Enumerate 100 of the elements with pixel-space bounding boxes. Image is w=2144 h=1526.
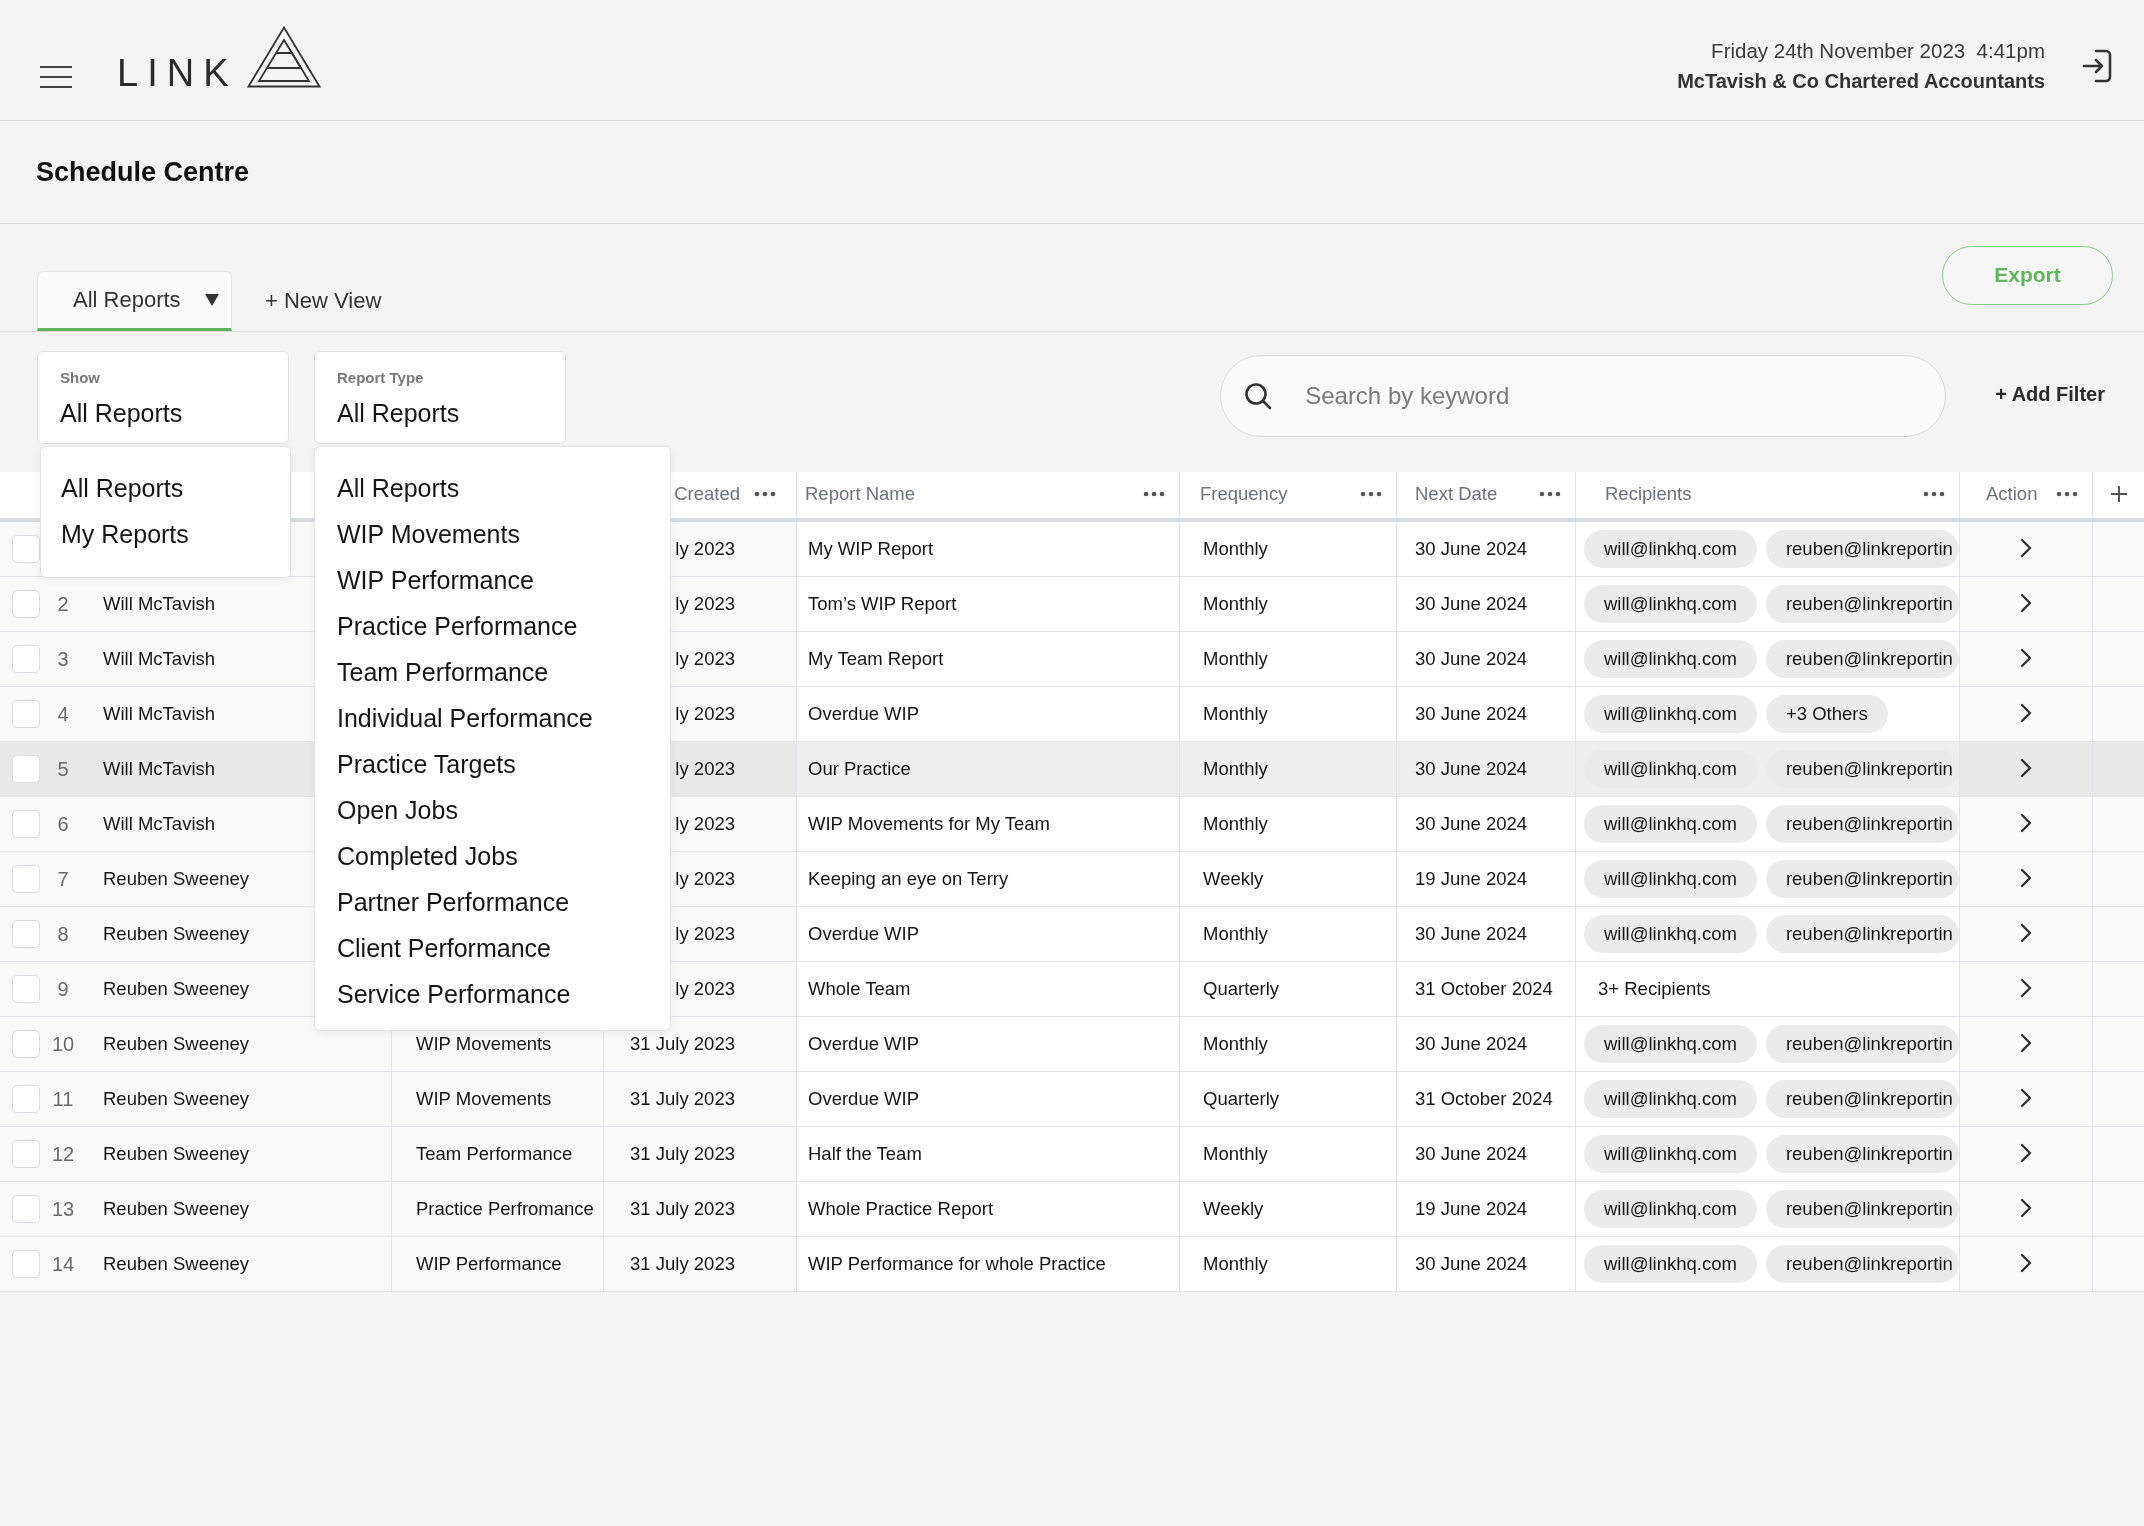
report-name: Half the Team xyxy=(808,1143,922,1165)
report-type: Practice Perfromance xyxy=(416,1198,594,1220)
menu-item[interactable]: Team Performance xyxy=(337,649,650,695)
row-checkbox[interactable] xyxy=(12,645,40,673)
recipients-summary: 3+ Recipients xyxy=(1597,978,1711,1000)
created-date: ly 2023 xyxy=(675,648,735,670)
menu-item[interactable]: WIP Movements xyxy=(337,511,650,557)
recipient-chip: +3 Others xyxy=(1765,695,1888,733)
menu-item[interactable]: Open Jobs xyxy=(337,787,650,833)
filter-dropdown[interactable]: Report Type All Reports xyxy=(314,351,566,444)
company-name: McTavish & Co Chartered Accountants xyxy=(1677,69,2045,94)
column-header[interactable]: Report Name xyxy=(805,482,915,505)
chevron-right-icon[interactable] xyxy=(2020,1032,2032,1053)
person-name: Will McTavish xyxy=(103,758,216,780)
frequency: Quarterly xyxy=(1203,1088,1280,1110)
chevron-right-icon[interactable] xyxy=(2020,977,2032,998)
menu-item[interactable]: Service Performance xyxy=(337,971,650,1017)
chevron-right-icon[interactable] xyxy=(2020,1142,2032,1163)
recipient-chip: will@linkhq.com xyxy=(1584,530,1757,568)
recipient-chip: reuben@linkreportin xyxy=(1765,530,1959,568)
chevron-right-icon[interactable] xyxy=(2020,592,2032,613)
column-header[interactable]: Action xyxy=(1986,482,2038,505)
recipient-chip: reuben@linkreportin xyxy=(1765,1245,1959,1283)
row-number: 3 xyxy=(56,647,70,671)
frequency: Monthly xyxy=(1203,923,1268,945)
person-name: Will McTavish xyxy=(103,593,216,615)
frequency: Monthly xyxy=(1203,1143,1268,1165)
row-checkbox[interactable] xyxy=(12,1085,40,1113)
row-checkbox[interactable] xyxy=(12,865,40,893)
row-checkbox[interactable] xyxy=(12,700,40,728)
chevron-right-icon[interactable] xyxy=(2020,922,2032,943)
filter-dropdown[interactable]: Show All Reports xyxy=(37,351,289,444)
row-checkbox[interactable] xyxy=(12,975,40,1003)
row-number: 9 xyxy=(56,977,70,1001)
report-name: Keeping an eye on Terry xyxy=(808,868,1009,890)
column-header[interactable]: Next Date xyxy=(1415,482,1498,505)
report-type: WIP Movements xyxy=(416,1033,552,1055)
column-header[interactable]: Created xyxy=(674,482,740,505)
report-name: Our Practice xyxy=(808,758,911,780)
ellipsis-icon[interactable] xyxy=(2056,490,2078,497)
ellipsis-icon[interactable] xyxy=(1923,490,1945,497)
chevron-right-icon[interactable] xyxy=(2020,702,2032,723)
created-date: ly 2023 xyxy=(675,813,735,835)
row-number: 10 xyxy=(50,1032,76,1056)
recipient-chip: will@linkhq.com xyxy=(1584,805,1757,843)
caret-icon[interactable] xyxy=(205,294,219,306)
ellipsis-icon[interactable] xyxy=(1539,490,1561,497)
report-name: Whole Team xyxy=(808,978,911,1000)
person-name: Reuben Sweeney xyxy=(103,1088,250,1110)
row-checkbox[interactable] xyxy=(12,1140,40,1168)
report-name: WIP Movements for My Team xyxy=(808,813,1050,835)
chevron-right-icon[interactable] xyxy=(2020,647,2032,668)
row-checkbox[interactable] xyxy=(12,755,40,783)
chevron-right-icon[interactable] xyxy=(2020,812,2032,833)
row-checkbox[interactable] xyxy=(12,810,40,838)
ellipsis-icon[interactable] xyxy=(1143,490,1165,497)
menu-item[interactable]: WIP Performance xyxy=(337,557,650,603)
row-number: 6 xyxy=(56,812,70,836)
row-number: 4 xyxy=(56,702,70,726)
recipient-chip: reuben@linkreportin xyxy=(1765,750,1959,788)
view-tab[interactable]: All Reports xyxy=(37,271,232,331)
chevron-right-icon[interactable] xyxy=(2020,1197,2032,1218)
menu-icon[interactable] xyxy=(40,65,72,89)
row-checkbox[interactable] xyxy=(12,1250,40,1278)
menu-item[interactable]: Client Performance xyxy=(337,925,650,971)
chevron-right-icon[interactable] xyxy=(2020,867,2032,888)
next-date: 30 June 2024 xyxy=(1415,758,1528,780)
row-checkbox[interactable] xyxy=(12,590,40,618)
row-checkbox[interactable] xyxy=(12,1195,40,1223)
logo-wordmark: LINK xyxy=(117,54,238,92)
chevron-right-icon[interactable] xyxy=(2020,1087,2032,1108)
row-checkbox[interactable] xyxy=(12,1030,40,1058)
login-icon[interactable] xyxy=(2082,49,2112,83)
row-checkbox[interactable] xyxy=(12,535,40,563)
frequency: Monthly xyxy=(1203,1033,1268,1055)
menu-item[interactable]: My Reports xyxy=(61,511,270,557)
menu-item[interactable]: Individual Performance xyxy=(337,695,650,741)
menu-item[interactable]: All Reports xyxy=(61,465,270,511)
frequency: Monthly xyxy=(1203,648,1268,670)
chevron-right-icon[interactable] xyxy=(2020,537,2032,558)
search-field[interactable]: Search by keyword xyxy=(1220,355,1947,437)
add-filter-button[interactable]: + Add Filter xyxy=(1995,379,2105,409)
menu-item[interactable]: Practice Targets xyxy=(337,741,650,787)
row-number: 8 xyxy=(56,922,70,946)
row-number: 5 xyxy=(56,757,70,781)
created-date: ly 2023 xyxy=(675,868,735,890)
row-checkbox[interactable] xyxy=(12,920,40,948)
plus-icon[interactable] xyxy=(2109,484,2128,503)
ellipsis-icon[interactable] xyxy=(754,490,776,497)
column-header[interactable]: Frequency xyxy=(1200,482,1288,505)
new-view-button[interactable]: + New View xyxy=(265,271,382,331)
report-name: Tom’s WIP Report xyxy=(808,593,957,615)
menu-item[interactable]: Completed Jobs xyxy=(337,833,650,879)
chevron-right-icon[interactable] xyxy=(2020,1252,2032,1273)
column-header[interactable]: Recipients xyxy=(1605,482,1692,505)
menu-item[interactable]: All Reports xyxy=(337,465,650,511)
ellipsis-icon[interactable] xyxy=(1360,490,1382,497)
menu-item[interactable]: Practice Performance xyxy=(337,603,650,649)
menu-item[interactable]: Partner Performance xyxy=(337,879,650,925)
chevron-right-icon[interactable] xyxy=(2020,757,2032,778)
